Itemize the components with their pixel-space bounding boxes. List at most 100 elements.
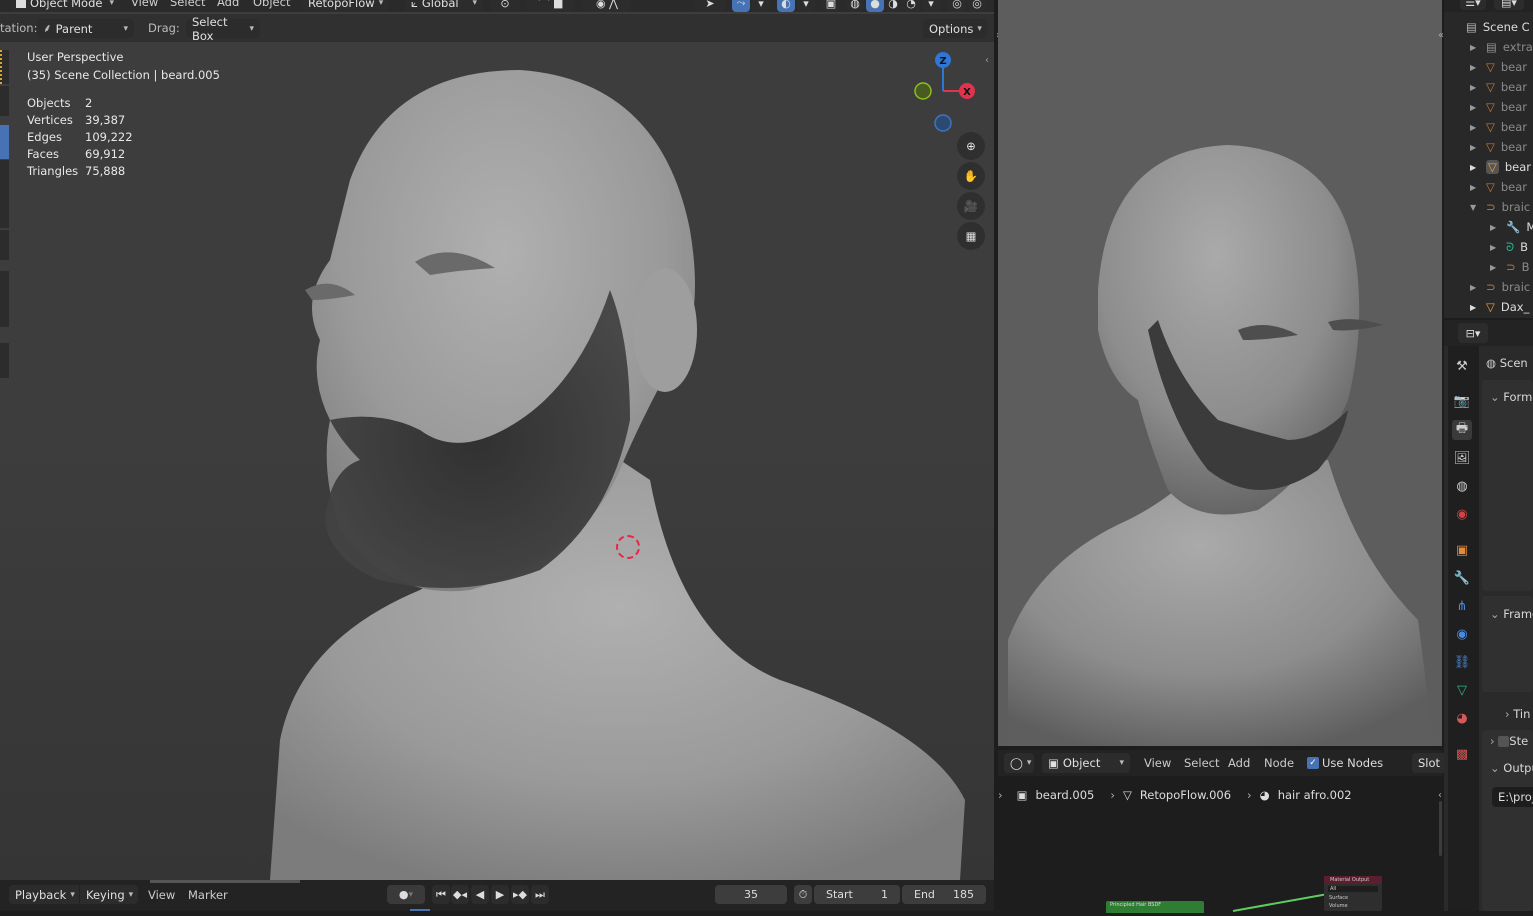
prev-keyframe-icon[interactable]: ◆◂ (451, 885, 469, 904)
shading-rendered-icon[interactable]: ◔ (902, 0, 920, 12)
current-frame-field[interactable]: 35 (715, 885, 787, 904)
auto-keying-icon[interactable]: ● ▾ (387, 885, 425, 904)
object-tab-icon[interactable]: ▣ (1452, 540, 1472, 560)
next-keyframe-icon[interactable]: ▸◆ (511, 885, 529, 904)
stereoscopy-checkbox[interactable] (1498, 736, 1510, 747)
play-icon[interactable]: ▶ (491, 885, 509, 904)
selectability-icon[interactable]: ➤ (695, 0, 725, 12)
play-reverse-icon[interactable]: ◀ (471, 885, 489, 904)
start-frame-field[interactable]: Start 1 (814, 885, 900, 904)
drag-select-dropdown[interactable]: Select Box ▾ (186, 15, 260, 43)
outliner-item[interactable]: ▶ ▽ bear (1470, 97, 1533, 117)
target-dropdown[interactable]: All (1328, 886, 1378, 892)
modifier-tab-icon[interactable]: 🔧 (1452, 568, 1472, 588)
snap-icon[interactable]: ⌒ ■ (527, 0, 575, 12)
camera-lock-icon[interactable]: ◎ (968, 0, 986, 12)
shading-dropdown-icon[interactable]: ▾ (922, 0, 940, 12)
tool-move-icon[interactable] (0, 125, 9, 159)
panel-stereoscopy-header[interactable]: › Ste (1490, 734, 1533, 748)
jump-start-icon[interactable]: ⏮ (432, 885, 450, 904)
outliner-item[interactable]: ▶ ▽ bear (1470, 177, 1533, 197)
tool-rotate-icon[interactable] (0, 160, 9, 228)
texture-tab-icon[interactable]: ▩ (1452, 744, 1472, 764)
use-nodes-checkbox[interactable]: ✓ (1307, 757, 1319, 769)
socket-surface[interactable]: Surface (1324, 894, 1382, 902)
panel-output-header[interactable]: ⌄ Outpu (1490, 761, 1533, 775)
menu-view[interactable]: View (131, 0, 158, 9)
menu-add[interactable]: Add (1228, 756, 1250, 770)
gizmo-dropdown-icon[interactable]: ▾ (752, 0, 770, 12)
panel-time-stretching-header[interactable]: › Tin (1505, 707, 1533, 721)
outliner-item[interactable]: ▼ ⊃ braic (1470, 197, 1533, 217)
sidebar-collapse-icon[interactable]: ‹ (985, 55, 989, 66)
proportional-editing-icon[interactable]: ◉ ⋀ (583, 0, 631, 12)
3d-cursor[interactable] (616, 535, 640, 559)
editor-type-icon[interactable]: ⊟▾ (1458, 323, 1488, 343)
menu-node[interactable]: Node (1264, 756, 1294, 770)
breadcrumb-object[interactable]: beard.005 (1035, 788, 1094, 802)
menu-select[interactable]: Select (170, 0, 205, 9)
outliner-item[interactable]: ▶ ▽ bear (1470, 137, 1533, 157)
overlay-toggle-icon[interactable]: ◐ (777, 0, 795, 12)
outliner-item[interactable]: ▶ ⊃ braic (1470, 277, 1533, 297)
tool-add-cube-icon[interactable] (0, 343, 9, 378)
node-editor[interactable]: ◯ ▾ ▣ Object ▾ View Select Add Node ✓ Use N… (998, 746, 1452, 913)
navigation-gizmo[interactable]: Z X (905, 48, 985, 138)
display-mode-icon[interactable]: ☰▾ (1460, 0, 1486, 10)
sidebar-collapse-icon[interactable]: ‹ (1438, 790, 1442, 801)
breadcrumb-mesh[interactable]: RetopoFlow.006 (1140, 788, 1231, 802)
collapse-icon[interactable]: ‹ (1440, 30, 1444, 41)
breadcrumb-expand-icon[interactable]: › (998, 788, 1003, 802)
camera-view-icon[interactable]: 🎥 (957, 192, 985, 220)
gizmo-toggle-icon[interactable]: ⤳ (732, 0, 750, 12)
scene-tab-icon[interactable]: ◍ (1452, 476, 1472, 496)
constraints-tab-icon[interactable]: ⛓ (1452, 652, 1472, 672)
shading-solid-icon[interactable]: ● (866, 0, 884, 12)
shading-wireframe-icon[interactable]: ◍ (846, 0, 864, 12)
xray-icon[interactable]: ▣ (822, 0, 840, 12)
overlay-dropdown-icon[interactable]: ▾ (797, 0, 815, 12)
panel-frame-range-header[interactable]: ⌄ Frame (1490, 607, 1533, 621)
tool-tab-icon[interactable]: ⚒ (1452, 356, 1472, 376)
mode-dropdown[interactable]: Object Mode ▾ (10, 0, 120, 12)
viewport-3d-main[interactable]: Object Mode ▾ View Select Add Object Reto… (0, 0, 994, 880)
end-frame-field[interactable]: End 185 (902, 885, 986, 904)
keying-menu[interactable]: Keying ▾ (80, 885, 138, 904)
view-layer-tab-icon[interactable]: 🖼 (1452, 448, 1472, 468)
outliner-item[interactable]: ▶ 🔧 M (1490, 217, 1533, 237)
outliner-item-selected[interactable]: ▶ ▽ bear (1470, 157, 1533, 177)
socket-volume[interactable]: Volume (1324, 902, 1382, 910)
outliner-item[interactable]: ▶ ▽ Dax_ (1470, 297, 1533, 317)
principled-hair-bsdf-node[interactable]: Principled Hair BSDF (1106, 901, 1204, 913)
gizmo-y-neg[interactable] (914, 82, 932, 100)
menu-view[interactable]: View (148, 888, 175, 902)
menu-marker[interactable]: Marker (188, 888, 228, 902)
viewport-3d-render[interactable]: View Select Add Object RetopoFlow▾ ⟀Glob… (998, 0, 1442, 746)
transform-orientation-dropdown[interactable]: ⟀Global▾ (405, 0, 483, 12)
tool-annotate-icon[interactable] (0, 271, 9, 327)
outliner-item[interactable]: ▶ ᘐ B (1490, 237, 1533, 257)
menu-view[interactable]: View (1144, 756, 1171, 770)
panel-format-header[interactable]: ⌄ Forma (1490, 390, 1533, 404)
ortho-toggle-icon[interactable]: ▦ (957, 222, 985, 250)
outliner-item[interactable]: ▶ ⊃ B (1490, 257, 1533, 277)
particles-tab-icon[interactable]: ⋔ (1452, 596, 1472, 616)
breadcrumb-material[interactable]: hair afro.002 (1278, 788, 1352, 802)
pan-hand-icon[interactable]: ✋ (957, 162, 985, 190)
material-output-node[interactable]: Material Output All Surface Volume (1324, 876, 1382, 911)
playback-menu[interactable]: Playback ▾ (9, 885, 79, 904)
zoom-icon[interactable]: ⊕ (957, 132, 985, 160)
tool-select-box-icon[interactable] (0, 50, 9, 84)
tool-transform-icon[interactable] (0, 230, 9, 260)
filter-icon[interactable]: ▤▾ (1494, 0, 1524, 10)
world-tab-icon[interactable]: ◉ (1452, 504, 1472, 524)
orientation-parent-dropdown[interactable]: ⸙ Parent ▾ (37, 19, 134, 38)
outliner-scene-collection[interactable]: ▤ Scene C (1466, 17, 1529, 37)
outliner-item[interactable]: ▶ ▽ bear (1470, 57, 1533, 77)
shader-type-dropdown[interactable]: ▣ Object ▾ (1042, 753, 1130, 773)
output-tab-icon[interactable]: 🖶 (1452, 420, 1472, 440)
render-tab-icon[interactable]: 📷 (1452, 391, 1472, 411)
menu-object[interactable]: Object (253, 0, 290, 9)
stopwatch-icon[interactable]: ⏱ (794, 885, 812, 904)
menu-add[interactable]: Add (217, 0, 239, 9)
